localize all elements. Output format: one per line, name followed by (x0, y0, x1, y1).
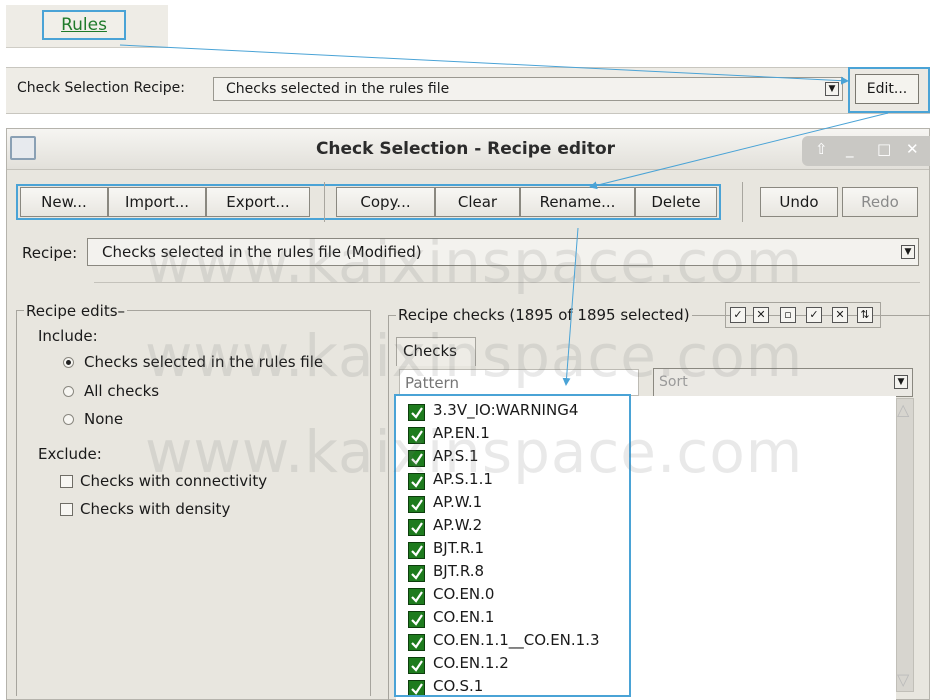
checks-scrollbar[interactable] (896, 398, 914, 692)
import-button[interactable]: Import... (108, 187, 206, 217)
exclude-density-checkbox[interactable] (60, 503, 73, 516)
window-title: Check Selection - Recipe editor (315, 139, 616, 159)
maximize-icon[interactable]: □ (877, 140, 891, 158)
edit-button[interactable]: Edit... (855, 74, 919, 104)
recipe-edits-title: Recipe edits– (24, 302, 128, 320)
new-button[interactable]: New... (20, 187, 108, 217)
check-selection-recipe-label: Check Selection Recipe: (17, 80, 185, 96)
rules-tab-label: Rules (61, 15, 107, 35)
minimize-icon[interactable]: _ (846, 140, 854, 158)
toolbar-divider (742, 182, 743, 222)
copy-button[interactable]: Copy... (336, 187, 435, 217)
include-radio-rules-file[interactable] (63, 357, 74, 368)
include-radio-all-checks[interactable] (63, 386, 74, 397)
close-icon[interactable]: ✕ (906, 140, 919, 158)
check-selection-recipe-dropdown[interactable]: Checks selected in the rules file (213, 77, 843, 101)
exclude-connectivity-checkbox[interactable] (60, 475, 73, 488)
check-visible-icon[interactable]: ✓ (806, 307, 822, 323)
include-option-label[interactable]: None (84, 410, 123, 428)
include-radio-none[interactable] (63, 414, 74, 425)
undo-button[interactable]: Undo (760, 187, 838, 217)
invert-selection-icon[interactable]: ⇅ (857, 307, 873, 323)
recipe-label: Recipe: (22, 244, 78, 262)
deselect-all-icon[interactable]: ✕ (753, 307, 769, 323)
chevron-down-icon[interactable]: ▼ (901, 245, 915, 259)
include-label: Include: (38, 327, 98, 345)
clear-button[interactable]: Clear (435, 187, 520, 217)
shade-icon[interactable]: ⇧ (815, 140, 828, 158)
chevron-down-icon[interactable]: ▼ (825, 82, 839, 96)
scroll-down-icon[interactable]: ▽ (897, 670, 909, 689)
rules-tab-button[interactable]: Rules (42, 10, 126, 40)
delete-button[interactable]: Delete (635, 187, 717, 217)
exclude-option-label[interactable]: Checks with density (80, 500, 230, 518)
select-all-icon[interactable]: ✓ (730, 307, 746, 323)
watermark-text: www.kaixinspace.com (145, 228, 804, 296)
watermark-text: www.kaixinspace.com (145, 418, 804, 486)
watermark-text: www.kaixinspace.com (145, 322, 804, 390)
exclude-label: Exclude: (38, 445, 102, 463)
chevron-down-icon[interactable]: ▼ (894, 375, 908, 389)
scroll-up-icon[interactable]: △ (897, 400, 909, 419)
uncheck-visible-icon[interactable]: ✕ (832, 307, 848, 323)
redo-button[interactable]: Redo (842, 187, 918, 217)
select-none-icon[interactable]: ▫ (780, 307, 796, 323)
rename-button[interactable]: Rename... (520, 187, 635, 217)
export-button[interactable]: Export... (206, 187, 310, 217)
toolbar-divider (324, 182, 325, 222)
check-selection-recipe-value: Checks selected in the rules file (226, 81, 450, 97)
